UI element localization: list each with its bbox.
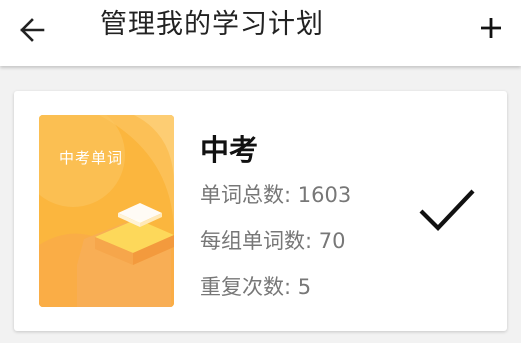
app-bar: 管理我的学习计划	[0, 0, 521, 66]
study-plan-card[interactable]: 中考单词 中考 单词总数: 1603 每组单词数: 70 重复次数: 5	[14, 91, 507, 331]
cover-title: 中考单词	[59, 149, 124, 167]
selected-check-button[interactable]	[418, 185, 476, 235]
plan-name: 中考	[200, 133, 259, 167]
words-per-group: 每组单词数: 70	[200, 229, 346, 253]
total-words: 单词总数: 1603	[200, 183, 352, 207]
repeat-count: 重复次数: 5	[200, 275, 312, 299]
cover-illustration	[39, 115, 174, 307]
checkmark-icon	[419, 189, 475, 232]
plus-icon	[481, 18, 501, 38]
book-cover: 中考单词	[39, 115, 174, 307]
back-arrow-icon	[20, 18, 45, 42]
add-plan-button[interactable]	[471, 8, 511, 48]
back-button[interactable]	[12, 10, 52, 50]
page-title: 管理我的学习计划	[100, 9, 324, 40]
